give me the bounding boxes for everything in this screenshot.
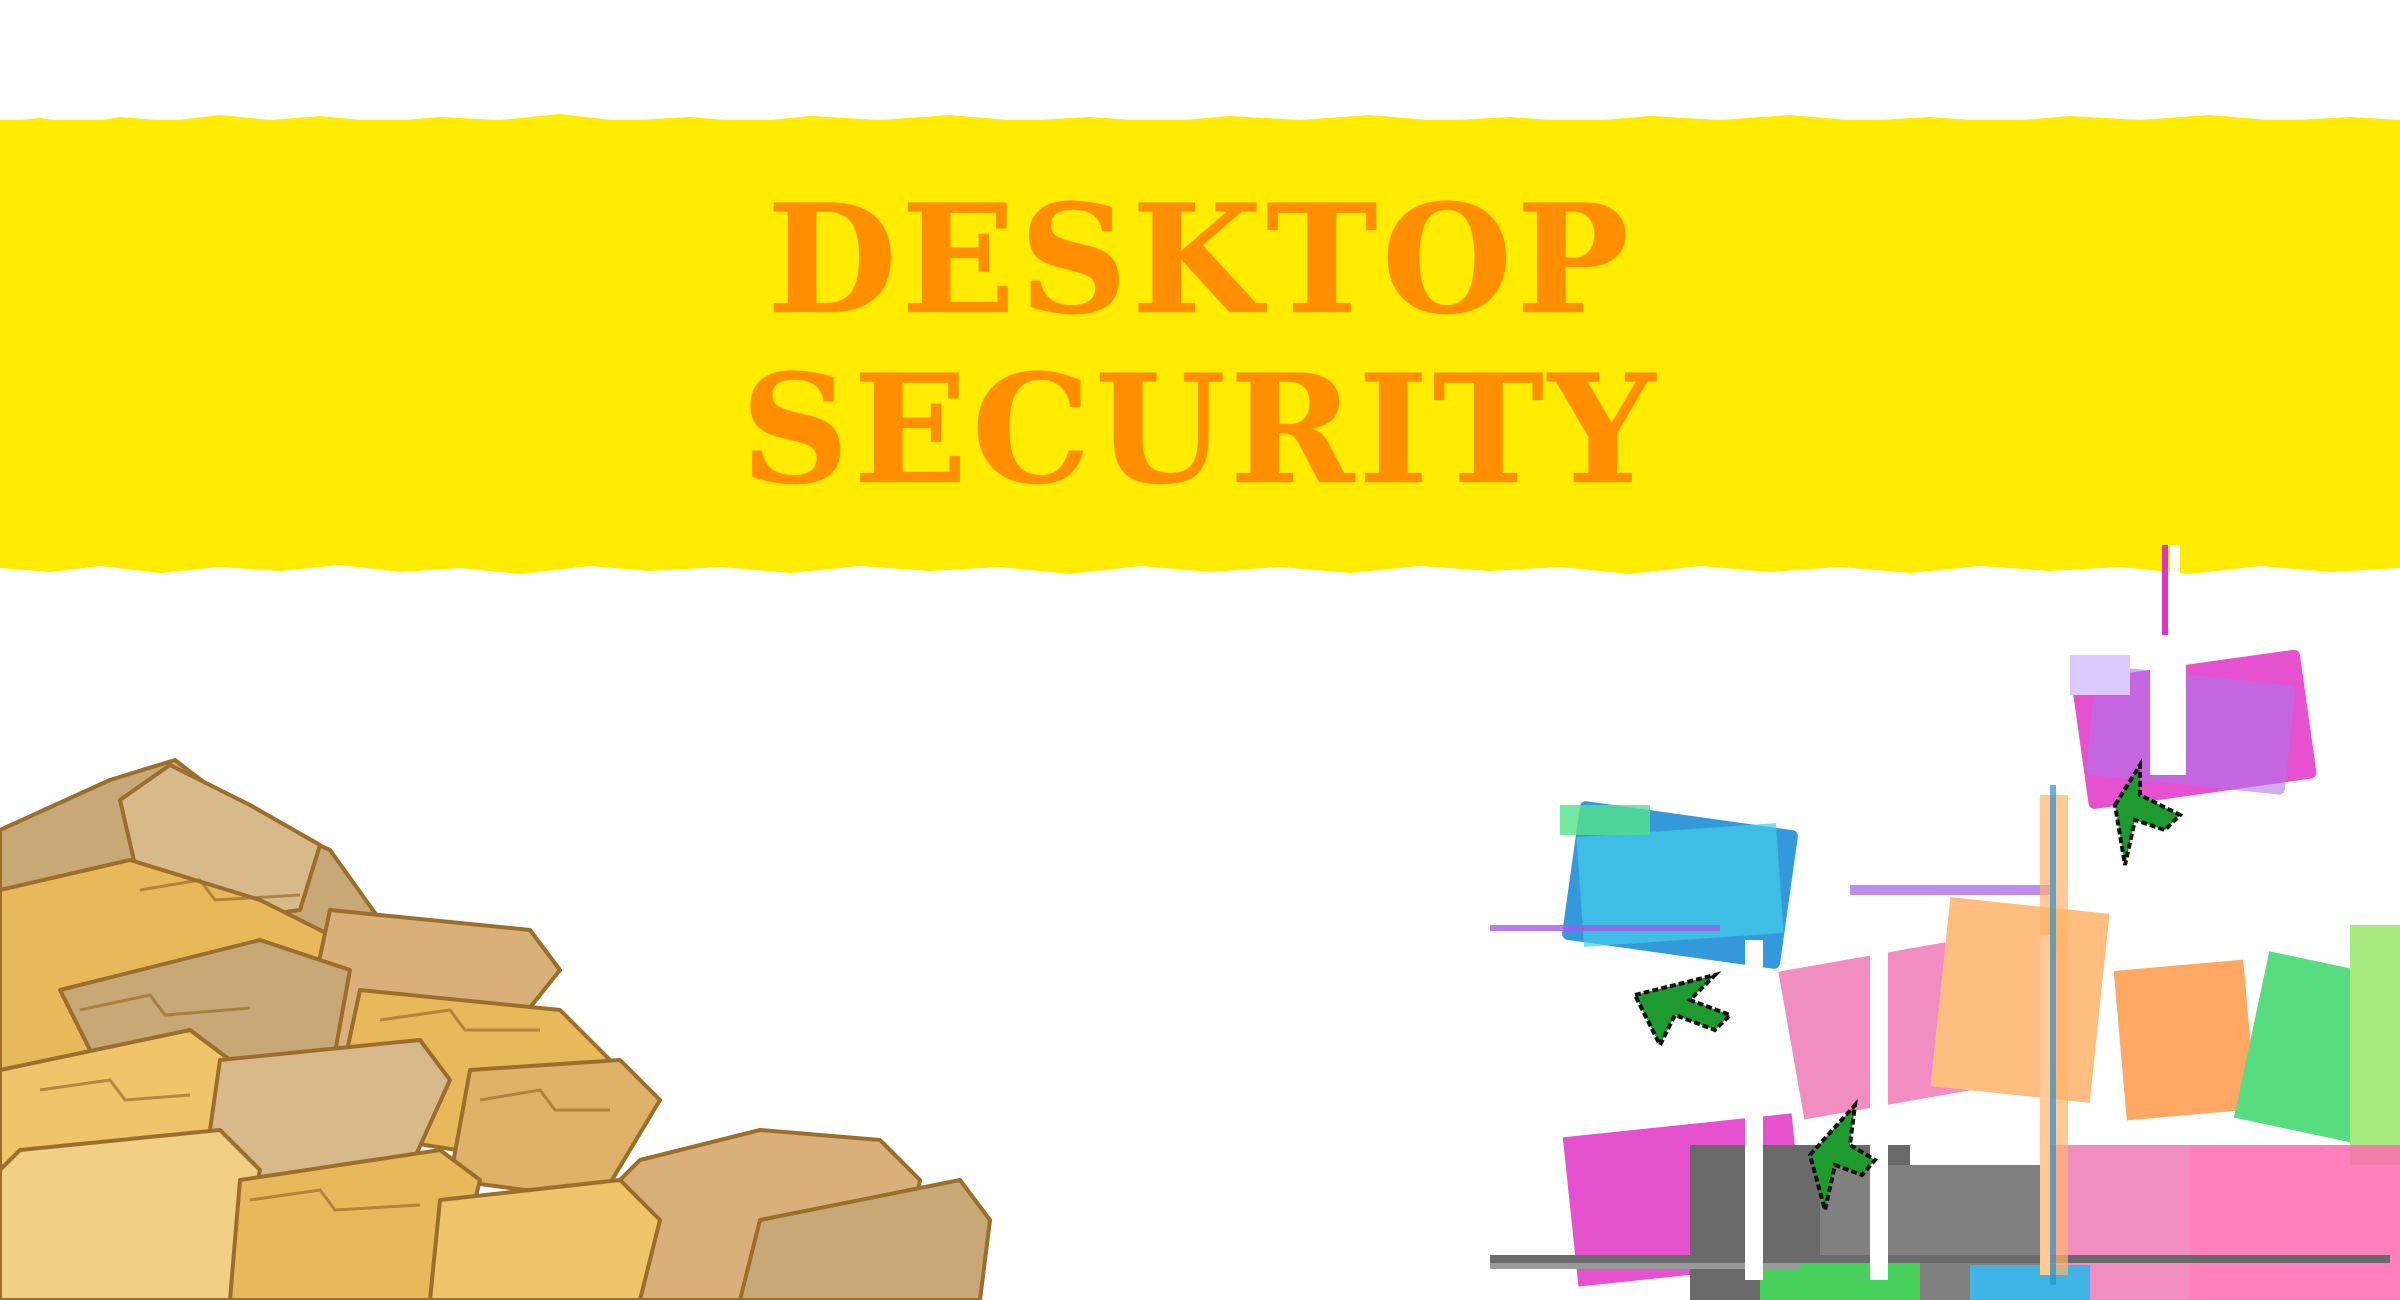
title-line-desktop: DESKTOP	[766, 172, 1634, 348]
page-title: DESKTOP SECURITY	[0, 175, 2400, 515]
banner-top-edge	[0, 114, 2400, 138]
glitched-folders-cursors-icon	[1490, 545, 2400, 1300]
folder-pile-icon	[0, 758, 992, 1300]
title-line-security: SECURITY	[740, 342, 1660, 518]
